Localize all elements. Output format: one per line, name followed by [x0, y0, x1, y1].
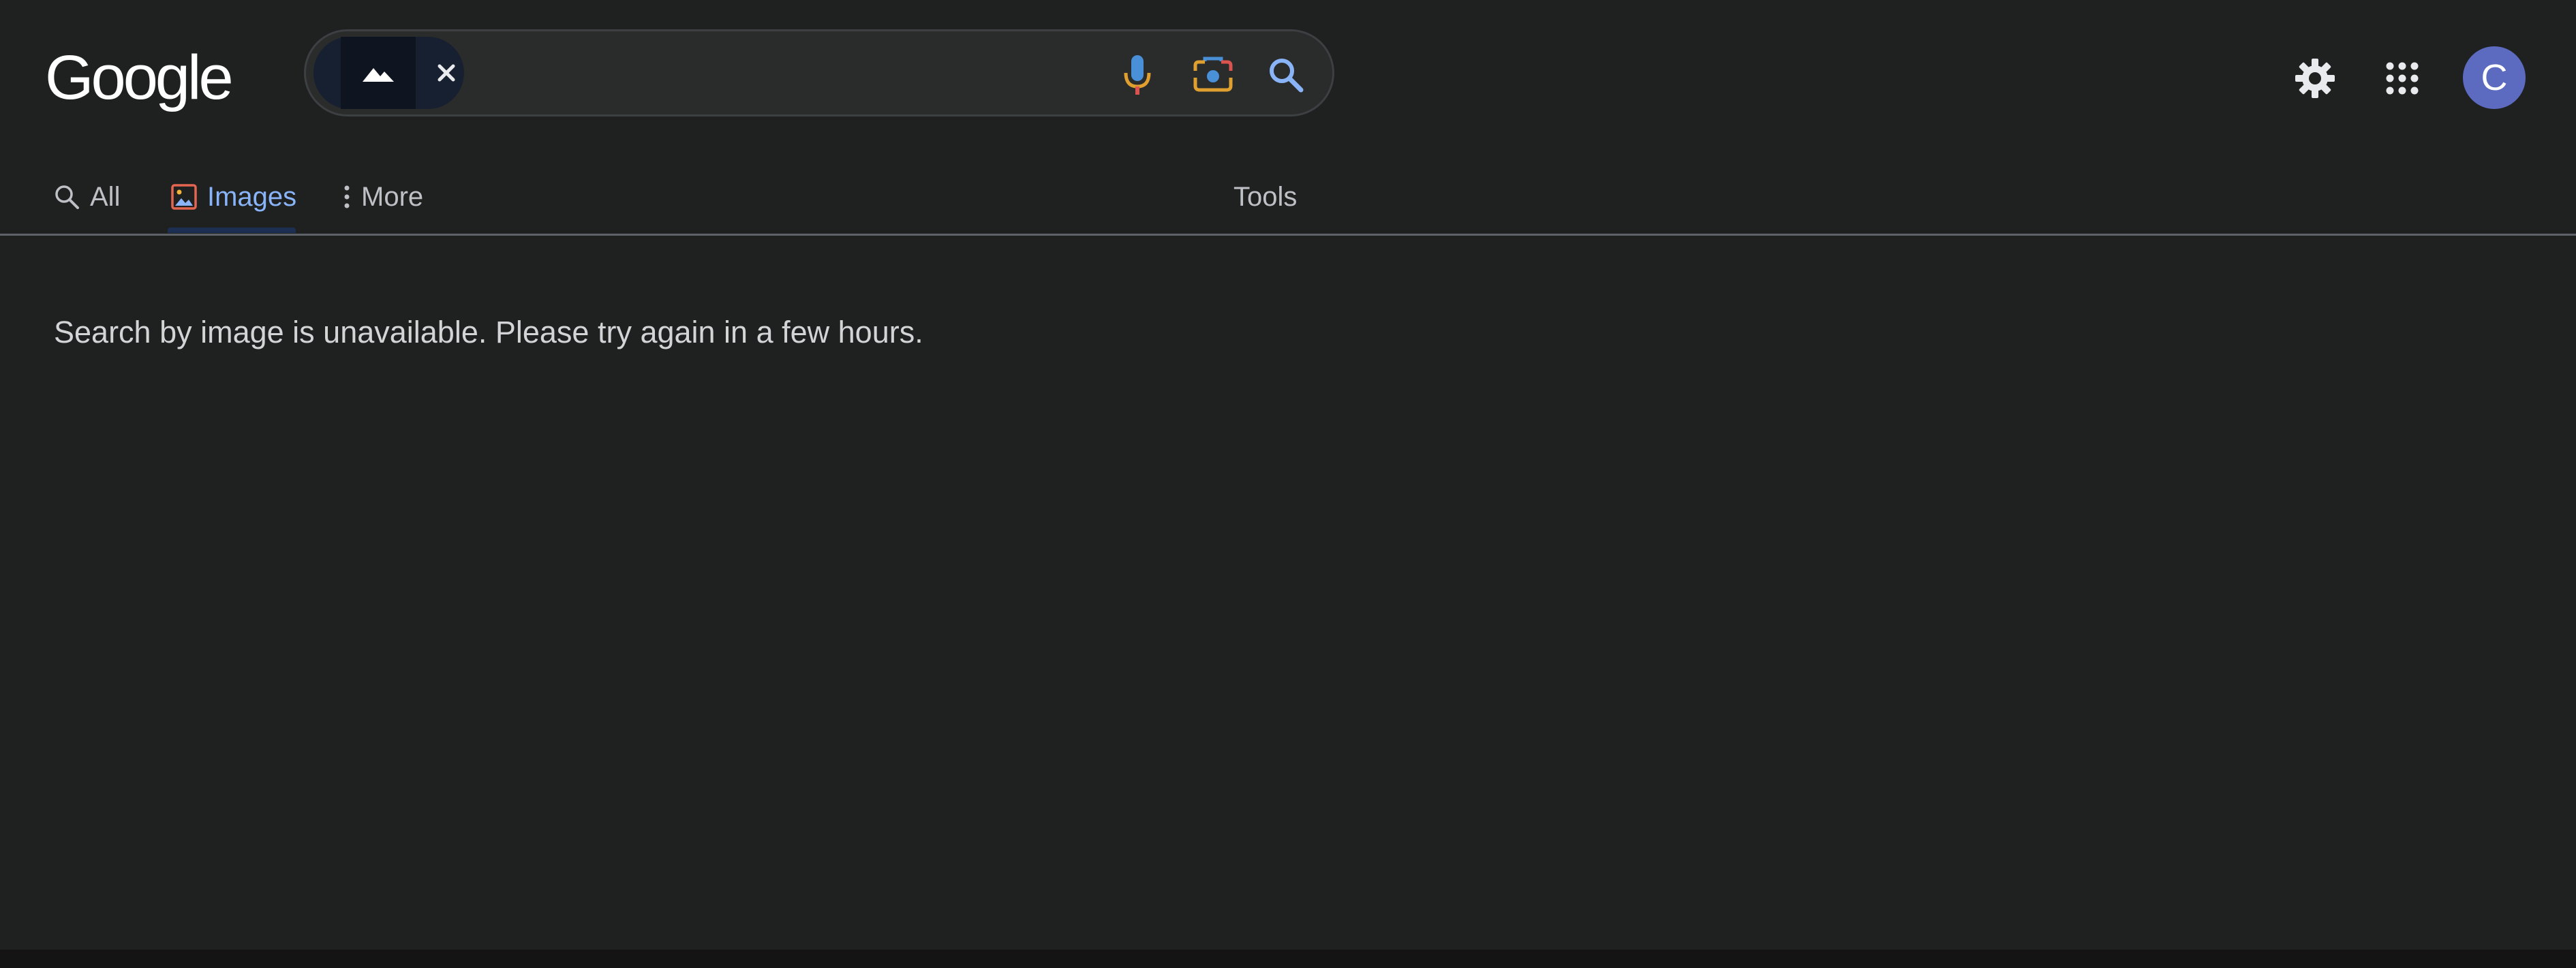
apps-grid-icon[interactable] [2377, 53, 2427, 104]
mountain-icon [341, 37, 416, 109]
active-tab-indicator [168, 228, 296, 233]
search-box[interactable] [304, 29, 1334, 116]
tab-more[interactable]: More [342, 162, 423, 232]
camera-lens-icon[interactable] [1182, 50, 1244, 99]
page: Google C All Images More Tools Search by… [0, 0, 2576, 968]
search-tabs: All Images More Tools [0, 162, 2576, 234]
unavailable-message: Search by image is unavailable. Please t… [54, 315, 923, 349]
image-icon [170, 183, 198, 210]
tools-button[interactable]: Tools [1233, 162, 1297, 232]
search-icon[interactable] [1258, 50, 1314, 99]
bottom-bar [0, 950, 2576, 968]
account-avatar[interactable]: C [2463, 46, 2526, 109]
search-icon [53, 183, 80, 210]
tab-images-label: Images [207, 181, 297, 212]
tab-more-label: More [361, 181, 424, 212]
tab-all-label: All [90, 181, 121, 212]
mic-icon[interactable] [1110, 52, 1165, 99]
gear-icon[interactable] [2290, 53, 2340, 104]
google-logo[interactable]: Google [45, 43, 234, 112]
image-chip[interactable] [313, 37, 464, 109]
tab-all[interactable]: All [53, 162, 120, 232]
more-vert-icon [342, 185, 352, 209]
tabs-divider [0, 234, 2576, 236]
tab-images[interactable]: Images [170, 162, 296, 232]
close-icon[interactable] [431, 57, 462, 89]
